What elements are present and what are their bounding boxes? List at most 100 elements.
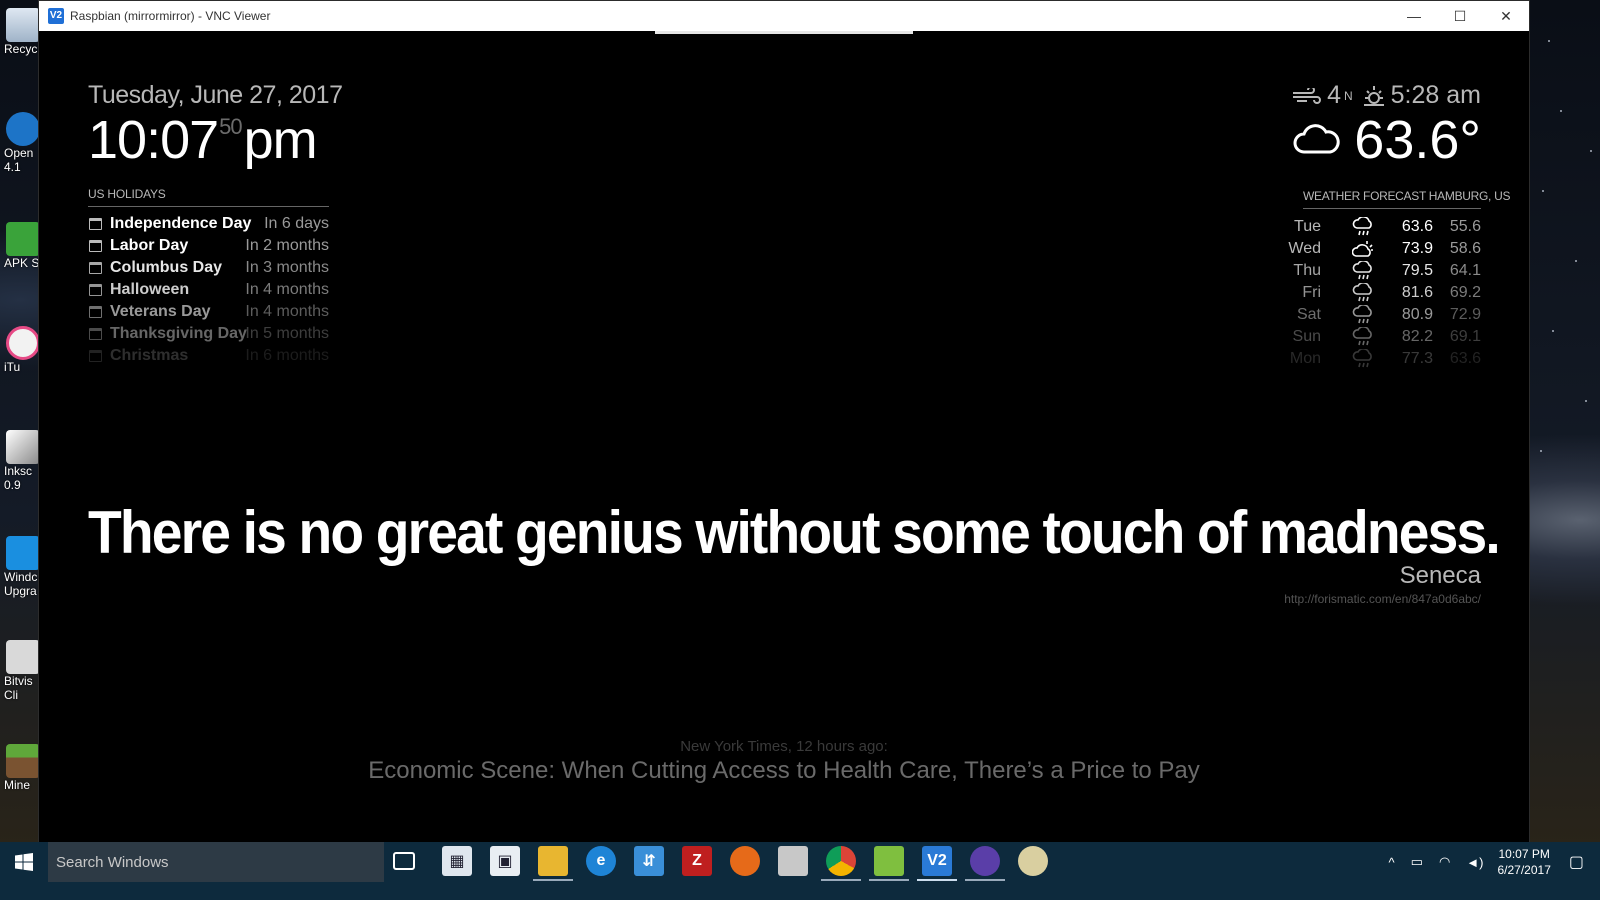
rain-icon <box>1352 261 1372 280</box>
forecast-row: Fri 81.6 69.2 <box>1301 282 1481 304</box>
desktop-icon-itunes[interactable]: iTu <box>0 326 40 374</box>
holiday-name: Labor Day <box>110 237 189 254</box>
holiday-row: Christmas In 6 months <box>88 345 329 367</box>
clock-time: 10:0750pm <box>88 109 318 171</box>
desktop-icon-apk[interactable]: APK S <box>0 222 40 270</box>
quote-source-link[interactable]: http://forismatic.com/en/847a0d6abc/ <box>1284 592 1481 606</box>
desktop-icon-bitvise[interactable]: Bitvis Cli <box>0 640 40 702</box>
holiday-row: Halloween In 4 months <box>88 279 329 301</box>
notifications-icon[interactable]: ▢ <box>1569 852 1584 872</box>
firefox-icon[interactable] <box>730 846 760 876</box>
forecast-high: 81.6 <box>1401 284 1433 301</box>
holiday-name: Columbus Day <box>110 259 223 276</box>
file-explorer-icon[interactable] <box>538 846 568 876</box>
vnc-toolbar-handle[interactable] <box>655 31 913 34</box>
notepad-plus-icon[interactable] <box>874 846 904 876</box>
chrome-icon[interactable] <box>826 846 856 876</box>
window-titlebar[interactable]: V2 Raspbian (mirrormirror) - VNC Viewer … <box>39 1 1529 31</box>
forecast-low: 64.1 <box>1449 262 1481 279</box>
desktop-icon-windows-upgrade[interactable]: Windc Upgra <box>0 536 40 598</box>
filezilla-icon[interactable]: Z <box>682 846 712 876</box>
vnc-viewer-window[interactable]: V2 Raspbian (mirrormirror) - VNC Viewer … <box>38 0 1530 852</box>
app-icon[interactable] <box>970 846 1000 876</box>
holiday-row: Labor Day In 2 months <box>88 235 329 257</box>
holiday-row: Columbus Day In 3 months <box>88 257 329 279</box>
forecast-day: Tue <box>1294 218 1321 235</box>
volume-icon[interactable]: ◄) <box>1466 855 1483 870</box>
clock-hours-minutes: 10:07 <box>88 110 219 170</box>
holiday-name: Independence Day <box>110 215 252 232</box>
holiday-name: Halloween <box>110 281 190 298</box>
window-title: Raspbian (mirrormirror) - VNC Viewer <box>70 9 271 23</box>
wifi-icon[interactable]: ◠ <box>1439 854 1450 870</box>
task-view-icon[interactable] <box>393 852 415 870</box>
paint-icon[interactable] <box>1018 846 1048 876</box>
vnc-viewer-taskbar-icon[interactable]: V2 <box>922 846 952 876</box>
system-tray: ^ ▭ ◠ ◄) 10:07 PM 6/27/2017 ▢ <box>1381 842 1600 882</box>
recycle-bin-icon <box>6 8 40 42</box>
rain-icon <box>1352 305 1372 324</box>
desktop-icon-inkscape[interactable]: Inksc 0.9 <box>0 430 40 492</box>
clock-date-label: 6/27/2017 <box>1497 863 1551 877</box>
forecast-low: 72.9 <box>1449 306 1481 323</box>
forecast-low: 69.2 <box>1449 284 1481 301</box>
wind-speed: 4 <box>1327 81 1341 109</box>
calculator-icon[interactable]: ▦ <box>442 846 472 876</box>
star <box>1590 150 1592 152</box>
holiday-name: Thanksgiving Day <box>110 325 247 342</box>
edge-icon[interactable]: e <box>586 846 616 876</box>
holiday-when: In 5 months <box>245 325 329 342</box>
forecast-table: Tue 63.6 55.6 Wed 73.9 58.6 Thu 79.5 64.… <box>1288 216 1481 370</box>
clock-ampm: pm <box>243 110 318 170</box>
star <box>1548 40 1550 42</box>
forecast-row: Tue 63.6 55.6 <box>1294 216 1481 238</box>
minimize-button[interactable]: — <box>1391 1 1437 31</box>
maximize-button[interactable]: ☐ <box>1437 1 1483 31</box>
partly-cloudy-icon <box>1352 241 1373 257</box>
calendar-icon <box>89 262 102 274</box>
sunrise-time: 5:28 am <box>1390 81 1481 109</box>
holiday-when: In 4 months <box>245 281 329 298</box>
taskbar-search-input[interactable]: Search Windows <box>48 842 384 882</box>
store-icon[interactable]: ▣ <box>490 846 520 876</box>
close-button[interactable]: ✕ <box>1483 1 1529 31</box>
openoffice-icon <box>6 112 40 146</box>
forecast-day: Thu <box>1293 262 1321 279</box>
calendar-icon <box>89 350 102 362</box>
forecast-day: Wed <box>1288 240 1321 257</box>
rain-icon <box>1352 217 1372 236</box>
holiday-when: In 6 months <box>245 347 329 364</box>
current-temperature: 63.6° <box>1354 110 1481 170</box>
forecast-row: Thu 79.5 64.1 <box>1293 260 1481 282</box>
forecast-high: 82.2 <box>1401 328 1433 345</box>
desktop-icon-recycle-bin[interactable]: Recyc <box>0 8 40 56</box>
holiday-when: In 4 months <box>245 303 329 320</box>
app-icon[interactable] <box>778 846 808 876</box>
star <box>1540 450 1542 452</box>
rain-icon <box>1352 283 1372 302</box>
calendar-icon <box>89 240 102 252</box>
holiday-when: In 6 days <box>264 215 329 232</box>
forecast-row: Sat 80.9 72.9 <box>1297 304 1481 326</box>
desktop-icon-openoffice[interactable]: Open 4.1 <box>0 112 40 174</box>
network-tool-icon[interactable]: ⇵ <box>634 846 664 876</box>
forecast-day: Fri <box>1302 284 1321 301</box>
forecast-low: 58.6 <box>1449 240 1481 257</box>
battery-icon[interactable]: ▭ <box>1411 854 1423 870</box>
taskbar-clock[interactable]: 10:07 PM 6/27/2017 <box>1497 846 1550 878</box>
active-app-indicator <box>917 879 957 881</box>
active-app-indicator <box>533 879 573 881</box>
quote-author: Seneca <box>1399 562 1481 589</box>
calendar-icon <box>89 328 102 340</box>
forecast-high: 77.3 <box>1401 350 1433 367</box>
calendar-icon <box>89 284 102 296</box>
minecraft-icon <box>6 744 40 778</box>
desktop-icon-minecraft[interactable]: Mine <box>0 744 40 792</box>
vnc-app-icon: V2 <box>48 8 64 24</box>
news-headline: Economic Scene: When Cutting Access to H… <box>368 757 1200 784</box>
clock-seconds: 50 <box>219 114 243 139</box>
holidays-header: US HOLIDAYS <box>88 187 329 207</box>
start-button[interactable] <box>0 842 48 882</box>
holiday-row: Independence Day In 6 days <box>88 213 329 235</box>
chevron-up-icon[interactable]: ^ <box>1389 855 1395 870</box>
